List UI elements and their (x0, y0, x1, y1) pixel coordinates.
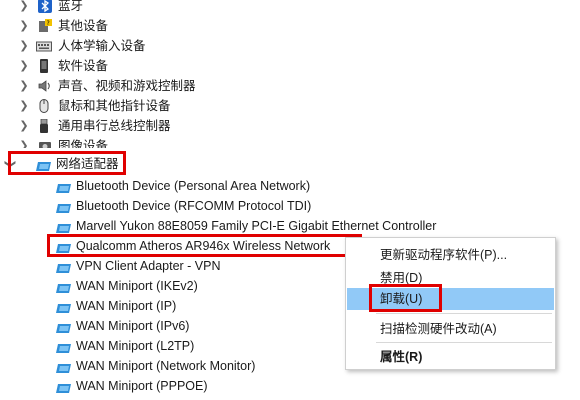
svg-text:?: ? (47, 20, 50, 27)
network-adapter-icon (56, 260, 71, 273)
tree-item-bluetooth[interactable]: ❯ 蓝牙 (0, 0, 300, 16)
chevron-right-icon[interactable]: ❯ (18, 136, 30, 148)
network-adapter-icon (56, 180, 71, 193)
tree-item-label: 软件设备 (58, 59, 109, 73)
network-adapter-label: WAN Miniport (IPv6) (76, 319, 190, 333)
annotation-box-selected-adapter (47, 234, 362, 257)
menu-item-label: 属性(R) (380, 350, 423, 364)
menu-item-label: 更新驱动程序软件(P)... (380, 248, 508, 262)
usb-icon (39, 118, 49, 133)
chevron-right-icon[interactable]: ❯ (18, 56, 30, 76)
network-adapter-label: Bluetooth Device (Personal Area Network) (76, 179, 311, 193)
annotation-box-network-adapters (8, 151, 126, 175)
menu-item-update-driver[interactable]: 更新驱动程序软件(P)... (347, 244, 554, 266)
unknown-device-icon: ? (38, 19, 52, 33)
network-adapter-icon (56, 340, 71, 353)
network-adapter-icon (56, 300, 71, 313)
network-adapter-label: VPN Client Adapter - VPN (76, 259, 221, 273)
network-adapter-icon (56, 220, 71, 233)
network-adapter-label: Bluetooth Device (RFCOMM Protocol TDI) (76, 199, 312, 213)
mouse-icon (39, 99, 49, 113)
tree-item-hid[interactable]: ❯ 人体学输入设备 (0, 36, 300, 56)
tree-item-label: 其他设备 (58, 19, 109, 33)
chevron-right-icon[interactable]: ❯ (18, 96, 30, 116)
chevron-right-icon[interactable]: ❯ (18, 16, 30, 36)
bluetooth-icon (38, 0, 52, 13)
chevron-right-icon[interactable]: ❯ (18, 36, 30, 56)
network-adapter-item[interactable]: WAN Miniport (Network Monitor) (0, 356, 400, 376)
keyboard-icon (36, 39, 52, 53)
software-device-icon (39, 59, 49, 73)
network-adapter-item[interactable]: VPN Client Adapter - VPN (0, 256, 400, 276)
network-adapter-icon (56, 380, 71, 393)
tree-item-label: 通用串行总线控制器 (58, 119, 171, 133)
menu-item-scan-hardware[interactable]: 扫描检测硬件改动(A) (347, 318, 554, 340)
network-adapter-item[interactable]: WAN Miniport (IKEv2) (0, 276, 400, 296)
network-adapter-label: WAN Miniport (IP) (76, 299, 177, 313)
tree-item-mice[interactable]: ❯ 鼠标和其他指针设备 (0, 96, 300, 116)
network-adapter-label: WAN Miniport (Network Monitor) (76, 359, 256, 373)
network-adapter-label: WAN Miniport (PPPOE) (76, 379, 208, 393)
network-adapter-icon (56, 280, 71, 293)
network-adapter-item[interactable]: Bluetooth Device (Personal Area Network) (0, 176, 400, 196)
tree-item-software-devices[interactable]: ❯ 软件设备 (0, 56, 300, 76)
tree-item-sound-video[interactable]: ❯ 声音、视频和游戏控制器 (0, 76, 300, 96)
tree-item-label: 蓝牙 (58, 0, 84, 13)
network-adapter-item[interactable]: WAN Miniport (IP) (0, 296, 400, 316)
network-adapter-icon (56, 360, 71, 373)
speaker-icon (38, 79, 52, 93)
menu-item-label: 扫描检测硬件改动(A) (380, 322, 497, 336)
chevron-right-icon[interactable]: ❯ (18, 76, 30, 96)
network-adapter-item[interactable]: WAN Miniport (IPv6) (0, 316, 400, 336)
network-adapter-icon (56, 200, 71, 213)
tree-item-label: 声音、视频和游戏控制器 (58, 79, 196, 93)
chevron-right-icon[interactable]: ❯ (18, 116, 30, 136)
tree-item-usb[interactable]: ❯ 通用串行总线控制器 (0, 116, 300, 136)
annotation-box-uninstall (369, 284, 442, 312)
tree-item-label: 图像设备 (58, 139, 109, 148)
network-adapter-item[interactable]: Bluetooth Device (RFCOMM Protocol TDI) (0, 196, 400, 216)
network-adapter-item[interactable]: WAN Miniport (L2TP) (0, 336, 400, 356)
menu-item-properties[interactable]: 属性(R) (347, 346, 554, 368)
network-adapter-label: WAN Miniport (IKEv2) (76, 279, 198, 293)
chevron-right-icon[interactable]: ❯ (18, 0, 30, 16)
tree-item-other-devices[interactable]: ❯ ? 其他设备 (0, 16, 300, 36)
menu-separator (376, 313, 552, 314)
menu-separator (376, 342, 552, 343)
tree-item-imaging[interactable]: ❯ 图像设备 (0, 136, 300, 148)
tree-item-label: 人体学输入设备 (58, 39, 146, 53)
camera-icon (38, 139, 52, 148)
network-adapter-item[interactable]: Marvell Yukon 88E8059 Family PCI-E Gigab… (0, 216, 436, 236)
network-adapter-label: WAN Miniport (L2TP) (76, 339, 195, 353)
network-adapter-label: Marvell Yukon 88E8059 Family PCI-E Gigab… (76, 219, 437, 233)
tree-item-label: 鼠标和其他指针设备 (58, 99, 171, 113)
network-adapter-item[interactable]: WAN Miniport (PPPOE) (0, 376, 400, 396)
network-adapter-icon (56, 320, 71, 333)
